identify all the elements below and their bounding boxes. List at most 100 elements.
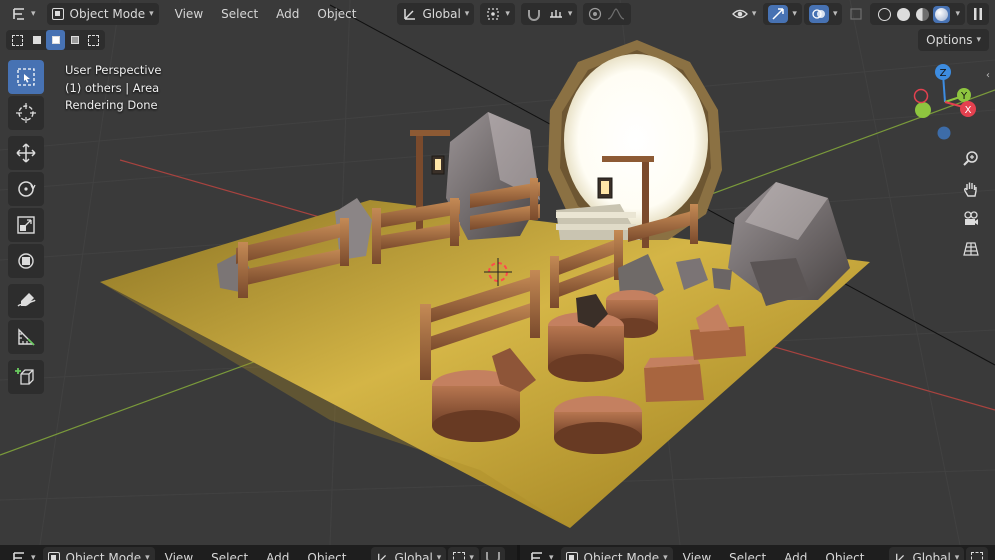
select-intersect-icon bbox=[88, 34, 99, 46]
select-extend-button[interactable] bbox=[27, 30, 46, 50]
svg-text:Y: Y bbox=[960, 91, 968, 102]
menu-select[interactable]: Select bbox=[213, 3, 266, 25]
proportional-edit-icon[interactable] bbox=[588, 7, 602, 21]
rendered-shading-icon[interactable] bbox=[933, 5, 951, 23]
chevron-down-icon: ▾ bbox=[149, 9, 154, 19]
sidebar-toggle-arrow[interactable]: ‹ bbox=[986, 70, 990, 81]
lower-right-header: ▾ Object Mode ▾ View Select Add Object G… bbox=[524, 545, 990, 560]
menu-object[interactable]: Object bbox=[817, 547, 872, 560]
menu-object[interactable]: Object bbox=[309, 3, 364, 25]
grid-icon bbox=[963, 242, 979, 256]
editor-type-icon bbox=[13, 552, 24, 560]
menu-add[interactable]: Add bbox=[268, 3, 307, 25]
snap-magnet-icon[interactable] bbox=[526, 7, 542, 21]
wireframe-shading-icon[interactable] bbox=[878, 7, 892, 21]
object-mode-icon bbox=[51, 8, 64, 20]
chevron-down-icon: ▾ bbox=[567, 9, 573, 19]
menu-select[interactable]: Select bbox=[721, 547, 774, 560]
select-intersect-button[interactable] bbox=[84, 30, 103, 50]
hand-icon bbox=[964, 182, 977, 197]
material-shading-icon[interactable] bbox=[916, 7, 930, 21]
menu-add[interactable]: Add bbox=[258, 547, 297, 560]
tool-select-box[interactable] bbox=[8, 60, 44, 94]
svg-text:X: X bbox=[965, 105, 972, 116]
render-status-label: Rendering Done bbox=[65, 98, 158, 112]
zoom-button[interactable] bbox=[958, 146, 984, 172]
tool-transform[interactable] bbox=[8, 244, 44, 278]
gizmo-icon bbox=[772, 8, 785, 20]
navigation-gizmo[interactable]: Z Y X bbox=[905, 60, 985, 150]
mode-selector[interactable]: Object Mode ▾ bbox=[560, 547, 673, 560]
menu-add[interactable]: Add bbox=[776, 547, 815, 560]
editor-type-button[interactable]: ▾ bbox=[6, 547, 41, 560]
menu-view[interactable]: View bbox=[167, 3, 211, 25]
gizmo-neg-y-axis bbox=[915, 102, 931, 118]
perspective-toggle-button[interactable] bbox=[958, 236, 984, 262]
gizmo-toggle-button[interactable] bbox=[768, 5, 789, 23]
orientation-icon bbox=[377, 553, 386, 560]
overlay-toggle-group: ▾ bbox=[803, 3, 843, 25]
editor-split-divider[interactable] bbox=[517, 545, 520, 560]
pivot-point-button[interactable]: ▾ bbox=[448, 547, 479, 560]
select-subtract-button[interactable] bbox=[46, 30, 65, 50]
falloff-curve-icon[interactable] bbox=[606, 7, 626, 21]
mode-selector[interactable]: Object Mode ▾ bbox=[42, 547, 155, 560]
chevron-down-icon: ▾ bbox=[976, 35, 981, 45]
snap-magnet-icon bbox=[485, 552, 500, 560]
mode-selector[interactable]: Object Mode ▾ bbox=[46, 3, 159, 25]
menu-object[interactable]: Object bbox=[299, 547, 354, 560]
object-mode-icon bbox=[47, 552, 60, 560]
camera-view-button[interactable] bbox=[958, 206, 984, 232]
transform-orientation-selector[interactable]: Global ▾ bbox=[888, 547, 965, 560]
tool-rotate[interactable] bbox=[8, 172, 44, 206]
tool-cursor[interactable] bbox=[8, 96, 44, 130]
solid-shading-icon[interactable] bbox=[897, 7, 911, 21]
snap-increment-icon[interactable] bbox=[548, 7, 564, 21]
annotate-icon bbox=[17, 293, 36, 307]
object-mode-icon bbox=[565, 552, 578, 560]
chevron-down-icon: ▾ bbox=[469, 553, 474, 560]
view-perspective-label: User Perspective bbox=[65, 63, 162, 77]
editor-type-button[interactable]: ▾ bbox=[6, 3, 41, 25]
orientation-label: Global bbox=[422, 7, 461, 21]
tool-measure[interactable] bbox=[8, 320, 44, 354]
select-invert-button[interactable] bbox=[65, 30, 84, 50]
editor-type-button[interactable]: ▾ bbox=[524, 547, 559, 560]
menu-view[interactable]: View bbox=[157, 547, 201, 560]
select-extend-icon bbox=[32, 36, 41, 44]
options-dropdown[interactable]: Options ▾ bbox=[918, 29, 989, 51]
overlay-icon bbox=[812, 9, 825, 19]
orientation-icon bbox=[895, 553, 904, 560]
selection-mode-group bbox=[6, 30, 105, 50]
xray-toggle-button[interactable] bbox=[844, 3, 868, 25]
3d-viewport[interactable]: ▾ Object Mode ▾ View Select Add Object G… bbox=[0, 0, 995, 545]
menu-select[interactable]: Select bbox=[203, 547, 256, 560]
snap-group[interactable] bbox=[480, 547, 505, 560]
menu-view[interactable]: View bbox=[675, 547, 719, 560]
tool-shelf bbox=[8, 60, 48, 396]
eye-icon bbox=[731, 9, 748, 19]
tool-scale[interactable] bbox=[8, 208, 44, 242]
measure-icon bbox=[18, 328, 35, 346]
pivot-point-button[interactable]: ▾ bbox=[480, 3, 515, 25]
select-subtract-icon bbox=[51, 36, 60, 44]
tool-annotate[interactable] bbox=[8, 284, 44, 318]
active-object-label: (1) others | Area bbox=[65, 80, 160, 95]
transform-orientation-selector[interactable]: Global ▾ bbox=[370, 547, 447, 560]
tool-add-cube[interactable] bbox=[8, 360, 44, 394]
options-label: Options bbox=[926, 33, 973, 47]
tool-move[interactable] bbox=[8, 136, 44, 170]
gizmo-neg-x-axis bbox=[913, 88, 929, 104]
transform-orientation-selector[interactable]: Global ▾ bbox=[396, 3, 475, 25]
pause-render-button[interactable] bbox=[967, 3, 989, 25]
pivot-point-button[interactable] bbox=[966, 547, 989, 560]
mode-label: Object Mode bbox=[65, 551, 142, 560]
visibility-selector[interactable]: ▾ bbox=[727, 3, 762, 25]
chevron-down-icon: ▾ bbox=[464, 9, 470, 19]
pan-button[interactable] bbox=[958, 176, 984, 202]
chevron-down-icon: ▾ bbox=[954, 553, 960, 560]
overlay-toggle-button[interactable] bbox=[808, 5, 829, 23]
select-new-button[interactable] bbox=[8, 30, 27, 50]
scale-icon bbox=[17, 216, 35, 234]
orientation-icon bbox=[403, 9, 415, 20]
